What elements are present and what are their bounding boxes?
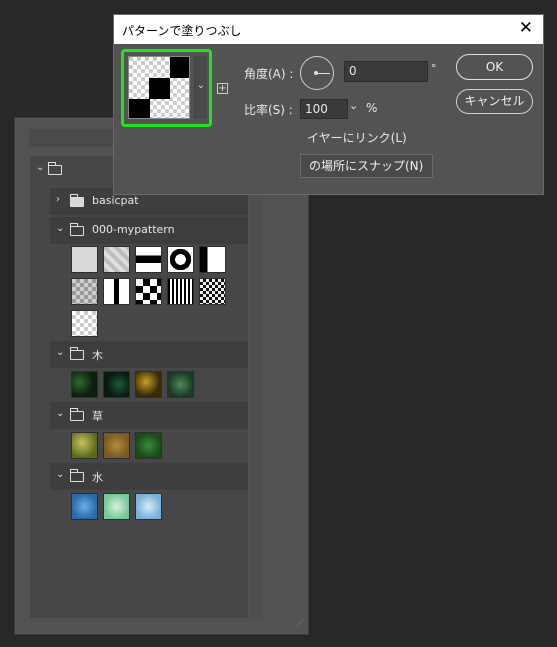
close-icon[interactable]: ✕: [519, 18, 533, 38]
folder-icon: [70, 194, 84, 207]
group-grass[interactable]: ⌄ 草: [50, 402, 248, 429]
pattern-swatch[interactable]: [135, 493, 162, 520]
pattern-preview[interactable]: [128, 56, 190, 119]
angle-label: 角度(A) :: [244, 67, 294, 81]
angle-dial[interactable]: [300, 56, 334, 90]
pattern-swatch[interactable]: [71, 371, 98, 398]
group-name: basicpat: [92, 194, 139, 207]
chevron-down-icon[interactable]: ⌄: [56, 408, 64, 419]
pattern-swatch[interactable]: [103, 432, 130, 459]
pattern-swatch[interactable]: [103, 493, 130, 520]
chevron-down-icon[interactable]: ⌄: [56, 469, 64, 480]
chevron-down-icon[interactable]: ⌄: [56, 347, 64, 358]
checker-pattern-icon: [129, 57, 189, 118]
pattern-swatch[interactable]: [135, 432, 162, 459]
snap-to-origin-label: の場所にスナップ(N): [309, 159, 424, 173]
pattern-swatch[interactable]: [103, 371, 130, 398]
angle-input[interactable]: 0: [344, 61, 428, 82]
group-name: 000-mypattern: [92, 223, 175, 236]
pattern-swatch[interactable]: [167, 371, 194, 398]
group-name: 水: [92, 471, 103, 484]
folder-open-icon: [70, 223, 84, 236]
scale-label: 比率(S) :: [244, 103, 293, 117]
folder-open-icon: [70, 408, 84, 421]
pattern-swatch[interactable]: [199, 246, 226, 273]
pattern-swatch[interactable]: [199, 278, 226, 305]
group-wood[interactable]: ⌄ 木: [50, 341, 248, 368]
folder-icon: [48, 162, 62, 175]
titlebar: パターンで塗りつぶし ✕: [114, 15, 543, 44]
group-000-mypattern[interactable]: ⌄ 000-mypattern: [50, 217, 248, 244]
pattern-swatch[interactable]: [71, 493, 98, 520]
chevron-down-icon[interactable]: ⌄: [56, 223, 64, 234]
folder-open-icon: [70, 469, 84, 482]
group-name: 草: [92, 410, 103, 423]
pattern-swatch[interactable]: [103, 246, 130, 273]
ok-button[interactable]: OK: [456, 54, 533, 80]
pattern-swatch[interactable]: [103, 278, 130, 305]
chevron-right-icon[interactable]: ›: [56, 194, 60, 205]
pattern-swatch[interactable]: [71, 310, 98, 337]
scrollbar[interactable]: [249, 156, 263, 618]
percent-unit: %: [366, 101, 378, 115]
degree-unit: °: [431, 62, 437, 75]
pattern-picker[interactable]: ⌄: [121, 49, 212, 127]
group-name: 木: [92, 349, 103, 362]
pattern-swatch[interactable]: [135, 371, 162, 398]
dialog-title: パターンで塗りつぶし: [122, 24, 242, 38]
chevron-down-icon[interactable]: ⌄: [194, 56, 207, 119]
chevron-down-icon[interactable]: ⌄: [36, 162, 44, 173]
pattern-swatch[interactable]: [135, 278, 162, 305]
cancel-button[interactable]: キャンセル: [456, 89, 533, 114]
resize-grip-icon[interactable]: ⟋: [297, 618, 304, 629]
pattern-swatch[interactable]: [167, 246, 194, 273]
scale-input[interactable]: 100: [300, 99, 348, 119]
pattern-swatch[interactable]: [135, 246, 162, 273]
pattern-swatch[interactable]: [71, 278, 98, 305]
pattern-swatch[interactable]: [167, 278, 194, 305]
snap-to-origin-button[interactable]: の場所にスナップ(N): [300, 154, 433, 178]
link-with-layer-label[interactable]: イヤーにリンク(L): [307, 129, 407, 146]
new-preset-icon[interactable]: +: [217, 83, 228, 94]
group-water[interactable]: ⌄ 水: [50, 463, 248, 490]
folder-open-icon: [70, 347, 84, 360]
chevron-down-icon[interactable]: ⌄: [349, 99, 358, 112]
fill-pattern-dialog: パターンで塗りつぶし ✕ ⌄ + 角度(A) : 0 ° 比率(S): 100…: [113, 14, 544, 195]
pattern-swatch[interactable]: [71, 246, 98, 273]
pattern-swatch[interactable]: [71, 432, 98, 459]
